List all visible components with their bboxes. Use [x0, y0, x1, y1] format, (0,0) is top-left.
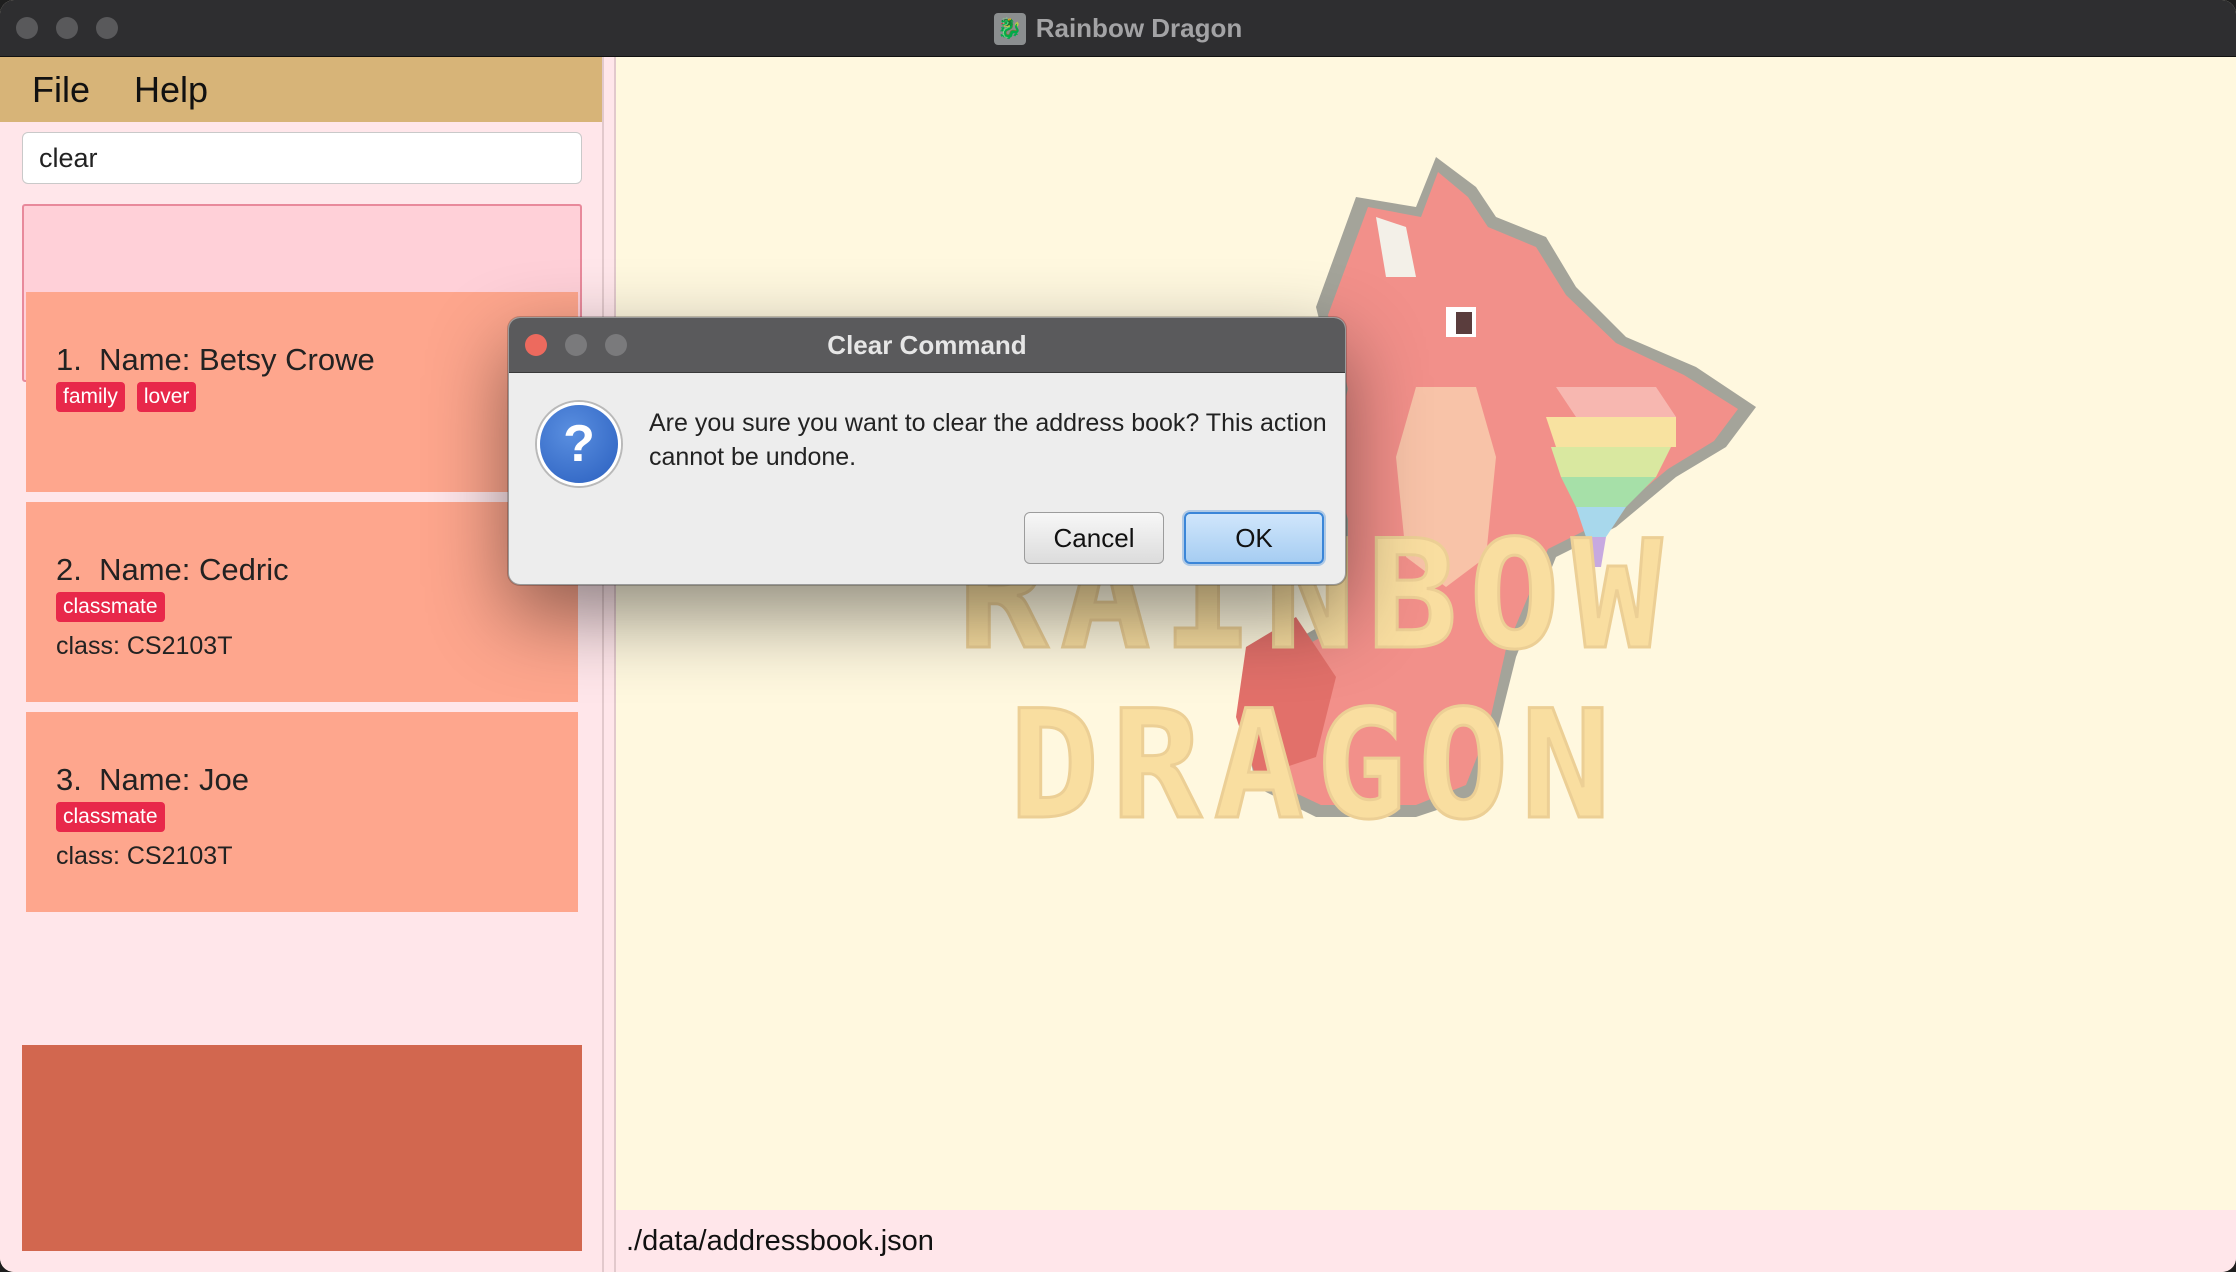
command-input[interactable]: clear	[22, 132, 582, 184]
dialog-message: Are you sure you want to clear the addre…	[649, 409, 1327, 471]
dialog-close-button[interactable]	[525, 334, 547, 356]
person-tags: family lover	[56, 382, 197, 412]
panel-divider[interactable]	[602, 57, 616, 1272]
tag: lover	[136, 382, 197, 412]
window-title: Rainbow Dragon	[1035, 13, 1243, 43]
window-title-area: 🐉 Rainbow Dragon	[0, 0, 2236, 57]
left-panel: File Help clear 1. Name: Betsy Crowe fam…	[0, 57, 608, 1272]
main-display: RAINBOW DRAGON	[616, 57, 2236, 1210]
app-dragon-icon: 🐉	[993, 12, 1026, 45]
dialog-zoom-button	[605, 334, 627, 356]
person-tags: classmate	[56, 592, 165, 622]
app-window: 🐉 Rainbow Dragon File Help clear 1. Name…	[0, 0, 2236, 1272]
question-icon: ?	[537, 402, 621, 486]
status-bar-file-path: ./data/addressbook.json	[616, 1210, 2236, 1272]
dialog-title: Clear Command	[827, 329, 1027, 360]
ok-button[interactable]: OK	[1184, 512, 1324, 564]
person-class: class: CS2103T	[56, 632, 233, 660]
list-empty-area	[22, 1045, 582, 1251]
menu-bar: File Help	[0, 57, 602, 122]
tag: classmate	[56, 802, 165, 832]
person-card[interactable]: 2. Name: Cedric classmate class: CS2103T	[26, 502, 578, 702]
cancel-button[interactable]: Cancel	[1024, 512, 1164, 564]
logo-text-line2: DRAGON	[1009, 679, 1623, 853]
person-name: 3. Name: Joe	[56, 762, 249, 797]
person-name: 2. Name: Cedric	[56, 552, 289, 587]
person-class: class: CS2103T	[56, 842, 233, 870]
dialog-title-bar: Clear Command	[509, 318, 1345, 373]
tag: family	[56, 382, 125, 412]
person-card[interactable]: 1. Name: Betsy Crowe family lover	[26, 292, 578, 492]
tag: classmate	[56, 592, 165, 622]
menu-file[interactable]: File	[24, 69, 98, 111]
title-bar: 🐉 Rainbow Dragon	[0, 0, 2236, 57]
rainbow-dragon-logo: RAINBOW DRAGON	[956, 157, 1756, 855]
person-card[interactable]: 3. Name: Joe classmate class: CS2103T	[26, 712, 578, 912]
menu-help[interactable]: Help	[126, 69, 216, 111]
person-name: 1. Name: Betsy Crowe	[56, 342, 375, 377]
dialog-minimize-button	[565, 334, 587, 356]
person-tags: classmate	[56, 802, 165, 832]
clear-confirm-dialog: Clear Command ? Are you sure you want to…	[508, 317, 1346, 585]
